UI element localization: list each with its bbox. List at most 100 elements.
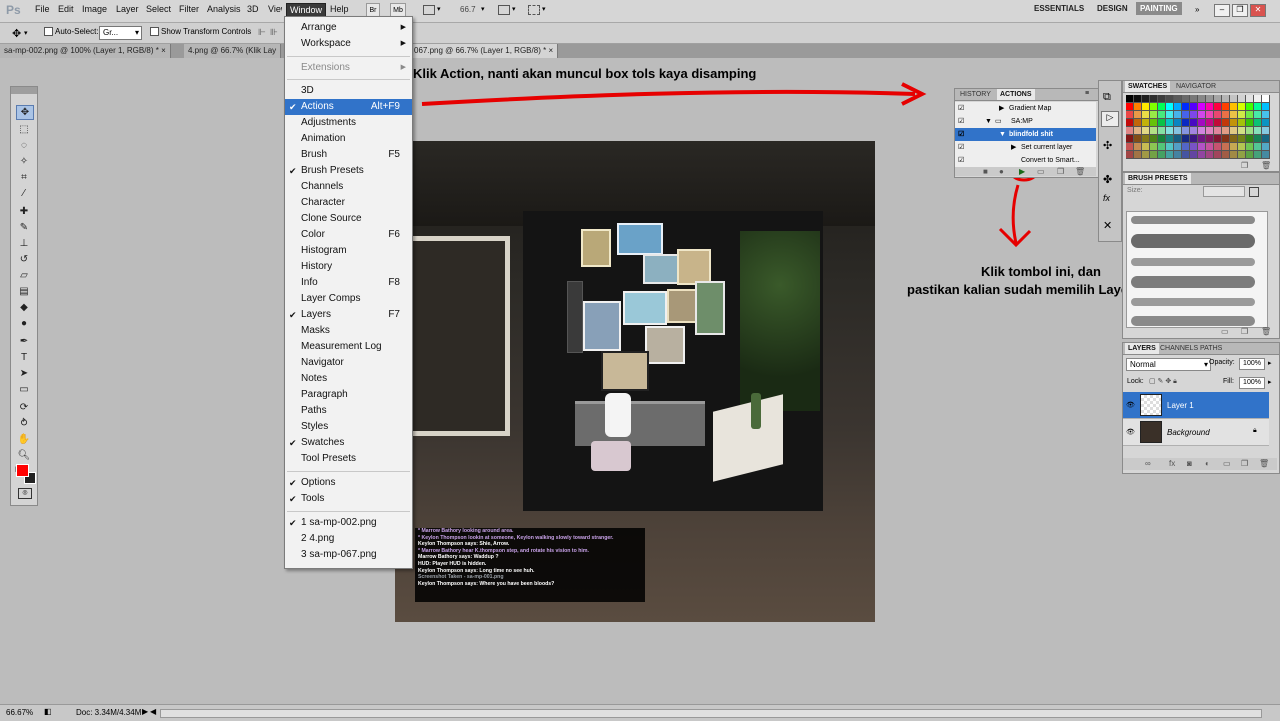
color-swatch[interactable] xyxy=(1238,95,1246,103)
menu-window[interactable]: Window xyxy=(286,3,327,17)
marquee-tool-icon[interactable]: ⬚ xyxy=(16,123,32,136)
workspace-painting[interactable]: PAINTING xyxy=(1136,2,1182,15)
color-swatch[interactable] xyxy=(1182,103,1190,111)
color-swatch[interactable] xyxy=(1238,135,1246,143)
chevron-down-icon[interactable]: ▾ xyxy=(24,29,28,37)
status-zoom[interactable]: 66.67% xyxy=(6,708,33,717)
menu-item-history[interactable]: History xyxy=(285,259,412,275)
pen-tool-icon[interactable]: ✒ xyxy=(16,335,32,348)
color-swatch[interactable] xyxy=(1238,103,1246,111)
expand-icon[interactable]: ▼ xyxy=(985,115,992,128)
hand-tool-icon[interactable]: ✋ xyxy=(16,433,32,446)
color-swatch[interactable] xyxy=(1198,95,1206,103)
color-swatch[interactable] xyxy=(1230,127,1238,135)
color-swatch[interactable] xyxy=(1230,119,1238,127)
layer-mask-icon[interactable]: ◙ xyxy=(1187,459,1192,468)
menu-view[interactable]: View xyxy=(268,4,282,14)
color-swatch[interactable] xyxy=(1206,143,1214,151)
tab-document-3[interactable]: 067.png @ 66.7% (Layer 1, RGB/8) * × xyxy=(410,44,559,58)
expand-icon[interactable]: ▶ xyxy=(999,102,1004,115)
color-swatch[interactable] xyxy=(1158,143,1166,151)
checkbox-icon[interactable]: ☑ xyxy=(958,115,964,128)
color-swatch[interactable] xyxy=(1222,151,1230,159)
opacity-arrow-icon[interactable]: ▸ xyxy=(1268,359,1272,367)
tab-document-1[interactable]: sa-mp-002.png @ 100% (Layer 1, RGB/8) * … xyxy=(0,44,171,58)
tab-history[interactable]: HISTORY xyxy=(957,89,994,100)
color-swatch[interactable] xyxy=(1158,103,1166,111)
color-swatch[interactable] xyxy=(1182,95,1190,103)
color-swatch[interactable] xyxy=(1142,143,1150,151)
dodge-tool-icon[interactable]: ● xyxy=(16,317,32,330)
color-swatch[interactable] xyxy=(1166,119,1174,127)
menu-item-character[interactable]: Character xyxy=(285,195,412,211)
color-swatch[interactable] xyxy=(1134,127,1142,135)
chevron-down-icon[interactable]: ▾ xyxy=(481,5,485,13)
color-swatch[interactable] xyxy=(1150,151,1158,159)
chevron-down-icon[interactable]: ▾ xyxy=(437,5,441,13)
color-swatch[interactable] xyxy=(1142,151,1150,159)
color-swatch[interactable] xyxy=(1190,143,1198,151)
workspace-essentials[interactable]: ESSENTIALS xyxy=(1034,4,1084,13)
color-swatch[interactable] xyxy=(1150,143,1158,151)
color-swatch[interactable] xyxy=(1230,111,1238,119)
color-swatch[interactable] xyxy=(1222,119,1230,127)
color-swatch[interactable] xyxy=(1214,111,1222,119)
expand-icon[interactable]: ▶ xyxy=(1011,141,1016,154)
layer-name[interactable]: Background xyxy=(1167,428,1210,437)
color-swatch[interactable] xyxy=(1182,127,1190,135)
color-swatch[interactable] xyxy=(1150,111,1158,119)
color-swatch[interactable] xyxy=(1174,151,1182,159)
tab-layers[interactable]: LAYERS xyxy=(1125,343,1159,354)
color-swatch[interactable] xyxy=(1134,151,1142,159)
action-step-row[interactable]: ☑ ▶ Set current layer xyxy=(955,141,1096,155)
menu-item-animation[interactable]: Animation xyxy=(285,131,412,147)
gradient-tool-icon[interactable]: ▤ xyxy=(16,285,32,298)
panel-menu-icon[interactable]: ≡ xyxy=(1085,90,1089,97)
status-icon[interactable]: ◧ xyxy=(44,707,52,716)
color-swatch[interactable] xyxy=(1134,119,1142,127)
color-swatch[interactable] xyxy=(1190,119,1198,127)
brush-stroke[interactable] xyxy=(1131,216,1255,224)
color-swatch[interactable] xyxy=(1174,135,1182,143)
brush-stroke[interactable] xyxy=(1131,316,1255,326)
tab-brush-presets[interactable]: BRUSH PRESETS xyxy=(1125,173,1191,184)
new-set-icon[interactable]: ▭ xyxy=(1037,167,1045,176)
new-brush-icon[interactable] xyxy=(1249,187,1259,197)
type-tool-icon[interactable]: T xyxy=(16,351,32,364)
color-swatch[interactable] xyxy=(1158,119,1166,127)
trash-icon[interactable]: 🗑︎ xyxy=(1075,167,1085,176)
link-layers-icon[interactable]: ∞ xyxy=(1145,459,1151,468)
color-swatch[interactable] xyxy=(1206,127,1214,135)
action-row-selected[interactable]: ☑ ▼ blindfold shit xyxy=(955,128,1096,142)
color-swatch[interactable] xyxy=(1190,127,1198,135)
show-transform-option[interactable]: Show Transform Controls xyxy=(150,27,251,37)
color-swatch[interactable] xyxy=(1262,151,1270,159)
status-menu-icon[interactable]: ▶ xyxy=(142,707,148,716)
styles-icon[interactable]: ✤ xyxy=(1103,173,1112,186)
color-swatch[interactable] xyxy=(1166,95,1174,103)
color-swatch[interactable] xyxy=(1262,119,1270,127)
brush-tool-icon[interactable]: ✎ xyxy=(16,221,32,234)
menu-item-tool-presets[interactable]: Tool Presets xyxy=(285,451,412,467)
color-swatch[interactable] xyxy=(1206,151,1214,159)
color-swatch[interactable] xyxy=(1238,127,1246,135)
color-swatch[interactable] xyxy=(1190,103,1198,111)
color-swatch[interactable] xyxy=(1222,111,1230,119)
color-swatch[interactable] xyxy=(1246,135,1254,143)
color-swatch[interactable] xyxy=(1246,95,1254,103)
color-swatch[interactable] xyxy=(1198,151,1206,159)
layer-row-selected[interactable]: 👁︎ Layer 1 xyxy=(1123,392,1269,419)
color-swatch[interactable] xyxy=(1262,127,1270,135)
color-swatch[interactable] xyxy=(1198,135,1206,143)
color-swatch[interactable] xyxy=(1198,103,1206,111)
color-swatch[interactable] xyxy=(1230,151,1238,159)
eye-icon[interactable]: 👁︎ xyxy=(1126,428,1135,436)
brush-stroke[interactable] xyxy=(1131,234,1255,248)
eyedropper-tool-icon[interactable]: ⁄ xyxy=(16,187,32,200)
menu-item-recent-file-2[interactable]: 2 4.png xyxy=(285,531,412,547)
align-icon[interactable]: ⊩ xyxy=(258,27,266,38)
color-swatch[interactable] xyxy=(1126,143,1134,151)
color-swatch[interactable] xyxy=(1246,111,1254,119)
menu-item-paragraph[interactable]: Paragraph xyxy=(285,387,412,403)
color-swatch[interactable] xyxy=(1230,135,1238,143)
